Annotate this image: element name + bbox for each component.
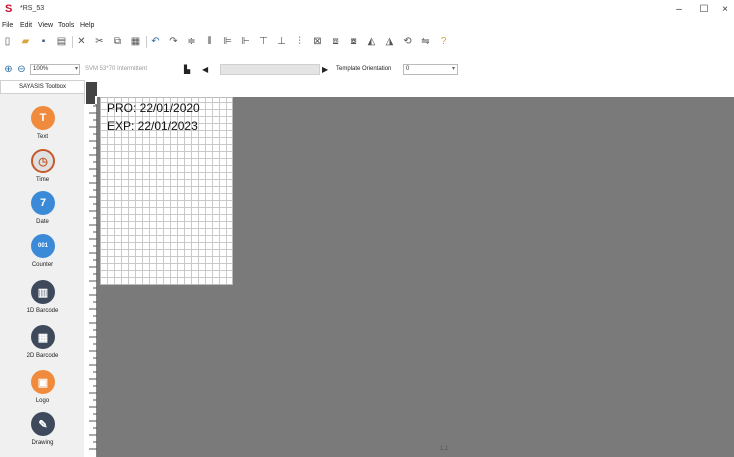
print-icon[interactable]: ▤ [56,36,67,47]
tool-label: 1D Barcode [26,308,59,314]
template-orientation-select[interactable]: 0 ▾ [403,64,458,75]
menu-file[interactable]: File [2,22,13,29]
save-icon[interactable]: ▪ [38,36,49,47]
align-right-icon[interactable]: ⊩ [240,36,251,47]
toolbox-panel: T Text ◷ Time 7 Date 001 Counter ▥ 1D Ba… [0,94,85,457]
toolbar-divider [146,36,147,48]
bring-front-icon[interactable]: ◭ [366,36,377,47]
redo-icon[interactable]: ↷ [168,36,179,47]
toolbox-item-counter[interactable]: 001 Counter [0,234,85,278]
tool-label: 2D Barcode [26,353,59,359]
same-width-icon[interactable]: ⊠ [312,36,323,47]
paste-icon[interactable]: ▦ [130,36,141,47]
tool-label: Text [36,134,48,140]
open-folder-icon[interactable]: ▰ [20,36,31,47]
text-icon: T [31,106,55,130]
tool-label: Time [35,177,50,183]
maximize-button[interactable]: ☐ [691,2,717,18]
previous-icon[interactable]: ◀ [202,64,208,75]
template-orientation-value: 0 [406,66,410,72]
app-logo-icon: S [5,3,13,15]
send-back-icon[interactable]: ◮ [384,36,395,47]
group-icon[interactable]: ⧈ [330,36,341,47]
zoom-value: 100% [33,66,49,72]
print-navigation: ▙ ◀ ▶ [184,64,328,75]
status-bar: 1,1 [440,446,560,457]
toolbox-item-drawing[interactable]: ✎ Drawing [0,412,85,456]
rotate-icon[interactable]: ⟲ [402,36,413,47]
tool-label: Logo [35,398,50,404]
status-position: 1,1 [440,446,449,452]
drawing-icon: ✎ [31,412,55,436]
align-left-icon[interactable]: ⊫ [222,36,233,47]
toolbox-item-1d-barcode[interactable]: ▥ 1D Barcode [0,280,85,324]
production-date-text[interactable]: PRO: 22/01/2020 [107,101,200,115]
expiry-date-text[interactable]: EXP: 22/01/2023 [107,119,198,133]
close-button[interactable]: × [716,2,734,18]
chevron-down-icon: ▾ [451,66,455,72]
zoom-out-icon[interactable]: ⊖ [16,64,27,75]
tool-label: Counter [31,262,54,268]
menu-view[interactable]: View [38,22,53,29]
barcode-1d-icon: ▥ [31,280,55,304]
new-file-icon[interactable]: ▯ [2,36,13,47]
menu-help[interactable]: Help [80,22,94,29]
copy-icon[interactable]: ⧉ [112,36,123,47]
zoom-select[interactable]: 100% ▾ [30,64,80,75]
tool-label: Date [36,219,49,225]
clock-icon: ◷ [31,149,55,173]
counter-icon: 001 [31,234,55,258]
ungroup-icon[interactable]: ⧇ [348,36,359,47]
cut-icon[interactable]: ✂ [94,36,105,47]
distribute-vertical-icon[interactable]: ⫶ [294,36,305,47]
toolbox-item-date[interactable]: 7 Date [0,191,85,235]
label-canvas[interactable]: PRO: 22/01/2020 EXP: 22/01/2023 [100,97,233,285]
main-toolbar: ▯ ▰ ▪ ▤ ✕ ✂ ⧉ ▦ ↶ ↷ ≑ ⫴ ⊫ ⊩ ⊤ ⊥ ⫶ ⊠ ⧈ ⧇ … [0,34,734,50]
menu-tools[interactable]: Tools [58,22,74,29]
distribute-horizontal-icon[interactable]: ⫴ [204,36,215,47]
toolbox-item-2d-barcode[interactable]: ▦ 2D Barcode [0,325,85,369]
delete-icon[interactable]: ✕ [76,36,87,47]
print-preview-icon[interactable]: ▙ [184,64,190,75]
toolbox-header: SAYASIS Toolbox [0,80,85,94]
title-bar: S *RS_53 – ☐ × [0,0,734,20]
printer-model-field[interactable]: SVM 53*70 Intermittent [85,64,180,75]
vertical-ruler-ticks [89,105,97,450]
minimize-button[interactable]: – [666,2,692,18]
tool-label: Drawing [31,440,54,446]
navigation-field[interactable] [220,64,320,75]
flip-icon[interactable]: ⇋ [420,36,431,47]
menu-bar: File Edit View Tools Help [0,21,734,32]
align-center-icon[interactable]: ≑ [186,36,197,47]
toolbox-item-logo[interactable]: ▣ Logo [0,370,85,414]
next-icon[interactable]: ▶ [322,64,328,75]
barcode-2d-icon: ▦ [31,325,55,349]
image-icon: ▣ [31,370,55,394]
menu-edit[interactable]: Edit [20,22,32,29]
toolbox-item-text[interactable]: T Text [0,106,85,150]
secondary-toolbar: ⊕ ⊖ 100% ▾ SVM 53*70 Intermittent ▙ ◀ ▶ … [0,63,734,77]
align-bottom-icon[interactable]: ⊥ [276,36,287,47]
undo-icon[interactable]: ↶ [150,36,161,47]
calendar-icon: 7 [31,191,55,215]
chevron-down-icon: ▾ [74,66,78,72]
template-orientation-label: Template Orientation [336,66,392,72]
align-top-icon[interactable]: ⊤ [258,36,269,47]
toolbox-item-time[interactable]: ◷ Time [0,149,85,193]
toolbar-divider [72,36,73,48]
zoom-in-icon[interactable]: ⊕ [3,64,14,75]
window-title: *RS_53 [20,5,45,12]
help-icon[interactable]: ? [438,36,449,47]
